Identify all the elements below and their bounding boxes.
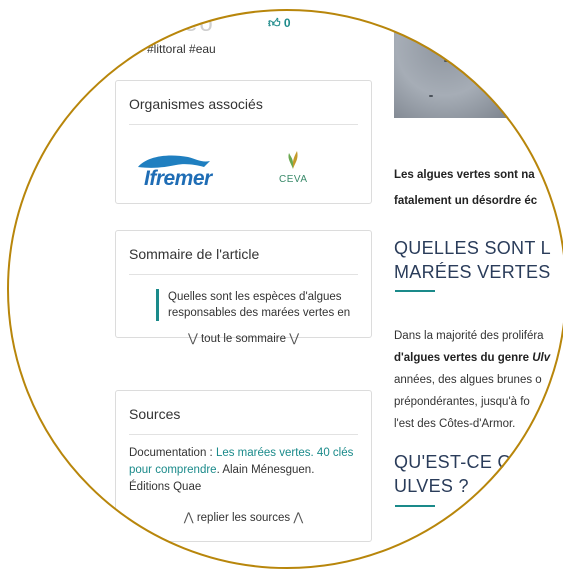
faint-title: Ulleo — [150, 10, 215, 37]
expand-summary-button[interactable]: ⋁ tout le sommaire ⋁ — [116, 331, 371, 345]
para-line: prépondérantes, jusqu'à fo — [394, 396, 530, 408]
seaweed-icon — [288, 151, 298, 169]
summary-card: Sommaire de l'article Quelles sont les e… — [115, 230, 372, 345]
like-count: 0 — [283, 16, 291, 30]
collapse-sources-label: replier les sources — [196, 512, 291, 524]
divider — [129, 434, 358, 435]
heading-line: QUELLES SONT L — [394, 238, 551, 258]
ceva-logo[interactable]: CEVA — [279, 149, 308, 185]
intro-line: fatalement un désordre éc — [394, 195, 538, 207]
organisms-card: Organismes associés Ifremer CEVA — [115, 80, 372, 204]
article-paragraph: Dans la majorité des proliféra d'algues … — [394, 325, 563, 435]
source-documentation: Documentation : Les marées vertes. 40 cl… — [129, 445, 358, 496]
like-button[interactable]: 👍︎ 0 — [268, 16, 291, 31]
organisms-title: Organismes associés — [129, 96, 263, 112]
toc-item[interactable]: Quelles sont les espèces d'algues respon… — [156, 289, 358, 321]
para-line: Dans la majorité des proliféra — [394, 330, 544, 342]
heading-underline — [395, 505, 435, 507]
ifremer-logo[interactable]: Ifremer — [136, 153, 216, 190]
doc-prefix: Documentation : — [129, 447, 216, 459]
ceva-wordmark: CEVA — [279, 174, 308, 185]
title-fragment: Ulleo — [150, 10, 215, 38]
divider — [129, 274, 358, 275]
heading-line: MARÉES VERTES — [394, 262, 551, 282]
article-photo — [394, 9, 563, 118]
double-chevron-up-icon: ⋀ — [293, 510, 304, 524]
para-bold: d'algues vertes du genre — [394, 352, 533, 364]
heading-underline — [395, 290, 435, 292]
summary-title: Sommaire de l'article — [129, 246, 260, 262]
tags-line: #littoral #eau — [147, 42, 216, 56]
thumbs-up-icon: 👍︎ — [268, 16, 281, 30]
magnified-view: Ulleo 👍︎ 0 #littoral #eau Organismes ass… — [7, 9, 563, 564]
sources-card: Sources Documentation : Les marées verte… — [115, 390, 372, 542]
article-intro: Les algues vertes sont na fatalement un … — [394, 162, 563, 214]
photo-detail — [429, 95, 433, 97]
photo-detail — [504, 80, 508, 82]
para-line: d'algues vertes du genre Ulv — [394, 347, 563, 369]
section-heading-2: QU'EST-CE Q ULVES ? — [394, 450, 512, 498]
double-chevron-up-icon: ⋀ — [183, 510, 194, 524]
heading-line: QU'EST-CE Q — [394, 452, 512, 472]
collapse-sources-button[interactable]: ⋀ replier les sources ⋀ — [116, 510, 371, 524]
photo-detail — [474, 40, 478, 42]
para-italic: Ulv — [532, 352, 551, 364]
double-chevron-down-icon: ⋁ — [289, 331, 300, 345]
photo-detail — [444, 60, 448, 62]
expand-summary-label: tout le sommaire — [200, 333, 286, 345]
section-heading-1: QUELLES SONT L MARÉES VERTES — [394, 236, 551, 284]
ifremer-wordmark: Ifremer — [144, 167, 212, 190]
intro-line: Les algues vertes sont na — [394, 169, 535, 181]
para-line: années, des algues brunes o — [394, 374, 542, 386]
para-line: l'est des Côtes-d'Armor. — [394, 418, 516, 430]
heading-line: ULVES ? — [394, 476, 469, 496]
sources-title: Sources — [129, 406, 181, 422]
double-chevron-down-icon: ⋁ — [187, 331, 198, 345]
photo-detail — [414, 30, 418, 32]
